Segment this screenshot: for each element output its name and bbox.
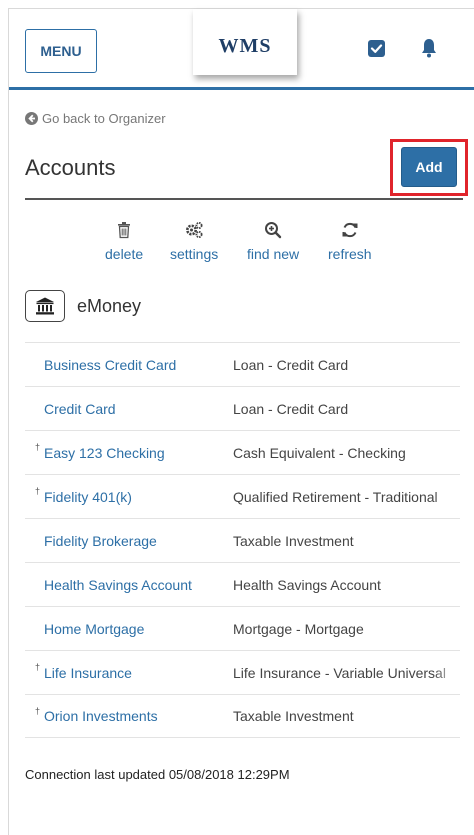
account-name-link[interactable]: Business Credit Card: [44, 357, 176, 373]
row-fade: [434, 431, 460, 474]
account-name-link[interactable]: Easy 123 Checking: [44, 445, 165, 461]
add-account-button[interactable]: Add: [401, 147, 457, 187]
row-fade: [434, 607, 460, 650]
table-row: † Fidelity 401(k) Qualified Retirement -…: [25, 474, 460, 518]
refresh-icon: [342, 222, 358, 238]
row-fade: [434, 387, 460, 430]
back-link-label: Go back to Organizer: [42, 111, 166, 126]
account-type: Health Savings Account: [233, 576, 381, 593]
frame-left-border: [8, 8, 9, 835]
logo-text: WMS: [218, 35, 272, 57]
row-fade: [434, 651, 460, 694]
delete-label: delete: [105, 246, 144, 262]
bank-icon-box: [25, 290, 65, 322]
institution-header: eMoney: [25, 290, 141, 322]
find-new-label: find new: [247, 246, 300, 262]
table-row: † Life Insurance Life Insurance - Variab…: [25, 650, 460, 694]
trash-icon: [118, 222, 131, 239]
row-fade: [434, 695, 460, 737]
account-name-link[interactable]: Health Savings Account: [44, 577, 192, 593]
institution-name: eMoney: [77, 295, 142, 316]
header-divider: [9, 87, 474, 90]
row-marker: †: [35, 486, 41, 496]
account-type: Mortgage - Mortgage: [233, 620, 364, 637]
table-row: Credit Card Loan - Credit Card: [25, 386, 460, 430]
account-type: Loan - Credit Card: [233, 400, 349, 417]
refresh-button[interactable]: refresh: [328, 221, 372, 262]
bank-icon: [36, 297, 54, 315]
table-row: Business Credit Card Loan - Credit Card: [25, 342, 460, 386]
settings-label: settings: [170, 246, 219, 262]
row-marker: †: [35, 706, 41, 716]
logo-tab[interactable]: WMS: [193, 9, 297, 75]
account-type: Taxable Investment: [233, 532, 354, 549]
account-type: Loan - Credit Card: [233, 356, 349, 373]
delete-button[interactable]: delete: [105, 221, 143, 262]
accounts-table: Business Credit Card Loan - Credit Card …: [25, 342, 460, 738]
bell-icon[interactable]: [420, 38, 438, 58]
table-row: † Orion Investments Taxable Investment: [25, 694, 460, 738]
connection-status-text: Connection last updated 05/08/2018 12:29…: [25, 767, 290, 782]
account-name-link[interactable]: Life Insurance: [44, 665, 132, 681]
account-name-link[interactable]: Fidelity Brokerage: [44, 533, 157, 549]
account-name-link[interactable]: Orion Investments: [44, 708, 158, 724]
circle-arrow-left-icon: [25, 112, 38, 125]
app-frame: MENU WMS Go back to Organizer Accounts A…: [0, 0, 474, 835]
gears-icon: [186, 222, 203, 238]
find-new-button[interactable]: find new: [247, 221, 299, 262]
row-fade: [434, 519, 460, 562]
account-type: Qualified Retirement - Traditional: [233, 488, 438, 505]
table-row: † Easy 123 Checking Cash Equivalent - Ch…: [25, 430, 460, 474]
menu-button[interactable]: MENU: [25, 29, 97, 73]
row-fade: [434, 475, 460, 518]
account-type: Taxable Investment: [233, 708, 354, 724]
account-type: Cash Equivalent - Checking: [233, 444, 406, 461]
account-type: Life Insurance - Variable Universal: [233, 664, 446, 681]
back-to-organizer-link[interactable]: Go back to Organizer: [25, 111, 166, 126]
refresh-label: refresh: [328, 246, 372, 262]
row-fade: [434, 563, 460, 606]
zoom-in-icon: [265, 222, 282, 239]
check-square-icon[interactable]: [368, 40, 385, 57]
title-divider: [25, 198, 463, 200]
row-marker: †: [35, 442, 41, 452]
row-marker: †: [35, 662, 41, 672]
account-name-link[interactable]: Fidelity 401(k): [44, 489, 132, 505]
row-fade: [434, 343, 460, 386]
account-name-link[interactable]: Credit Card: [44, 401, 116, 417]
account-name-link[interactable]: Home Mortgage: [44, 621, 144, 637]
table-row: Fidelity Brokerage Taxable Investment: [25, 518, 460, 562]
page-title: Accounts: [25, 155, 116, 180]
table-row: Health Savings Account Health Savings Ac…: [25, 562, 460, 606]
settings-button[interactable]: settings: [170, 221, 218, 262]
table-row: Home Mortgage Mortgage - Mortgage: [25, 606, 460, 650]
